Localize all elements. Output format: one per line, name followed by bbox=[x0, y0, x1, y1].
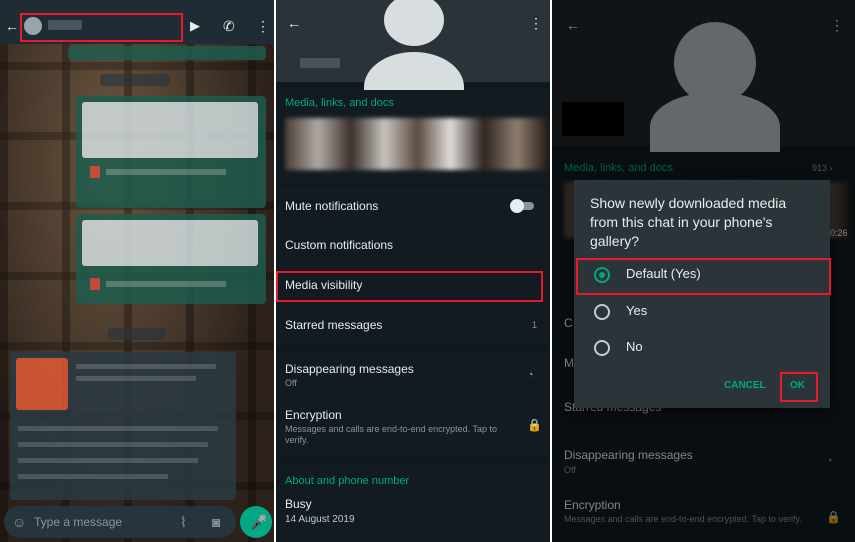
contact-info-screen: ← ⋮ Media, links, and docs Mute notifica… bbox=[276, 0, 550, 542]
privacy-section: Disappearing messages Off ◔ Encryption M… bbox=[276, 352, 550, 456]
radio-no[interactable] bbox=[594, 340, 610, 356]
emoji-icon[interactable]: ☺ bbox=[12, 515, 26, 529]
cancel-button[interactable]: CANCEL bbox=[724, 380, 766, 391]
profile-header: ← ⋮ bbox=[276, 0, 550, 122]
text-line-blurred bbox=[76, 364, 216, 369]
custom-notifications-label[interactable]: Custom notifications bbox=[285, 238, 393, 252]
arrow-left-icon[interactable]: ← bbox=[5, 19, 19, 33]
thumbnail-image bbox=[16, 358, 68, 410]
mute-toggle[interactable] bbox=[510, 199, 534, 213]
text-line-blurred bbox=[76, 376, 196, 381]
status-bar bbox=[0, 0, 274, 8]
text-line-blurred bbox=[18, 474, 168, 479]
date-chip bbox=[108, 328, 166, 340]
media-section-title[interactable]: Media, links, and docs bbox=[285, 97, 394, 109]
pdf-icon bbox=[90, 278, 100, 290]
media-section: Media, links, and docs bbox=[276, 90, 550, 182]
text-line-blurred bbox=[18, 442, 208, 447]
video-call-icon[interactable]: ▶ bbox=[190, 19, 200, 33]
avatar-head bbox=[384, 0, 444, 46]
settings-section: Mute notifications Custom notifications … bbox=[276, 188, 550, 344]
message-input-bar[interactable]: ☺ Type a message ⌇ ◙ bbox=[4, 506, 236, 538]
chat-screen: ← ▶ ✆ ⋮ ☺ Type a message ⌇ ◙ 🎤 bbox=[0, 0, 274, 542]
file-name-blurred bbox=[106, 169, 226, 175]
incoming-message[interactable] bbox=[10, 352, 236, 500]
text-line-blurred bbox=[18, 426, 218, 431]
option-yes-label[interactable]: Yes bbox=[626, 303, 647, 318]
timer-icon: ◔ bbox=[527, 369, 534, 381]
disappearing-messages-label[interactable]: Disappearing messages bbox=[285, 362, 414, 376]
radio-yes[interactable] bbox=[594, 304, 610, 320]
document-message[interactable] bbox=[76, 214, 266, 304]
contact-name-blurred bbox=[300, 58, 340, 68]
phone-icon[interactable]: ✆ bbox=[223, 19, 235, 33]
lock-icon: 🔒 bbox=[527, 418, 542, 432]
document-preview bbox=[82, 220, 258, 266]
starred-messages-label[interactable]: Starred messages bbox=[285, 318, 382, 332]
media-thumbnails[interactable] bbox=[285, 118, 550, 170]
dialog-title: Show newly downloaded media from this ch… bbox=[590, 195, 787, 249]
more-vert-icon[interactable]: ⋮ bbox=[256, 19, 270, 33]
about-date: 14 August 2019 bbox=[285, 514, 355, 525]
camera-icon[interactable]: ◙ bbox=[212, 515, 220, 529]
more-vert-icon[interactable]: ⋮ bbox=[529, 16, 543, 30]
starred-count: 1 bbox=[532, 320, 538, 330]
arrow-left-icon[interactable]: ← bbox=[287, 16, 301, 30]
document-preview bbox=[82, 102, 258, 158]
message-bubble[interactable] bbox=[68, 46, 266, 60]
pdf-icon bbox=[90, 166, 100, 178]
ok-button-highlight bbox=[780, 372, 818, 402]
message-input[interactable]: Type a message bbox=[34, 515, 122, 529]
date-chip bbox=[100, 74, 170, 86]
about-value[interactable]: Busy bbox=[285, 497, 312, 511]
disappearing-value: Off bbox=[285, 378, 297, 388]
mic-button[interactable]: 🎤 bbox=[240, 506, 272, 538]
default-option-highlight bbox=[576, 258, 831, 295]
file-name-blurred bbox=[106, 281, 226, 287]
option-no-label[interactable]: No bbox=[626, 339, 643, 354]
document-message[interactable] bbox=[76, 96, 266, 208]
attach-icon[interactable]: ⌇ bbox=[180, 515, 187, 529]
encryption-label[interactable]: Encryption bbox=[285, 408, 342, 422]
media-visibility-highlight bbox=[276, 271, 543, 302]
encryption-description: Messages and calls are end-to-end encryp… bbox=[285, 424, 497, 445]
contact-highlight-box bbox=[20, 13, 183, 42]
about-section-title: About and phone number bbox=[285, 475, 410, 487]
mic-icon: 🎤 bbox=[250, 514, 268, 530]
about-section: About and phone number Busy 14 August 20… bbox=[276, 464, 550, 542]
mute-notifications-label[interactable]: Mute notifications bbox=[285, 199, 378, 213]
text-line-blurred bbox=[18, 458, 198, 463]
